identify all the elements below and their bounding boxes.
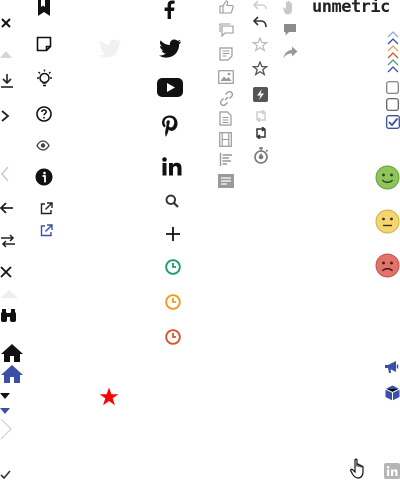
facebook-icon[interactable] — [163, 0, 175, 19]
retweet-icon[interactable] — [253, 127, 269, 139]
caret-down-icon[interactable] — [0, 393, 10, 399]
linkedin-icon[interactable] — [384, 463, 400, 479]
checkbox-checked-icon[interactable] — [386, 115, 400, 129]
smiley-happy-icon[interactable] — [375, 165, 400, 190]
file-icon[interactable] — [219, 111, 232, 126]
link-icon[interactable] — [219, 91, 234, 106]
binoculars-icon[interactable] — [0, 308, 17, 323]
download-icon[interactable] — [0, 73, 14, 89]
red-star-icon — [99, 387, 119, 407]
info-icon[interactable] — [35, 168, 53, 186]
bookmark-icon[interactable] — [37, 0, 51, 17]
external-link-icon[interactable] — [40, 224, 53, 237]
star-outline-icon[interactable] — [252, 61, 268, 76]
help-circle-icon[interactable] — [36, 106, 52, 122]
hand-pointer-icon — [349, 457, 369, 479]
share-icon[interactable] — [283, 46, 298, 59]
smiley-neutral-icon[interactable] — [375, 209, 400, 234]
chevron-left-icon[interactable] — [0, 166, 10, 182]
plus-icon[interactable] — [165, 226, 181, 242]
home-icon[interactable] — [0, 343, 24, 363]
retweet-icon[interactable] — [253, 110, 269, 122]
smiley-sad-icon[interactable] — [375, 253, 400, 278]
youtube-icon[interactable] — [157, 78, 183, 97]
chevron-right-icon[interactable] — [0, 110, 10, 122]
comment-icon[interactable] — [283, 23, 297, 37]
megaphone-icon[interactable] — [384, 360, 400, 374]
cube-icon[interactable] — [385, 385, 400, 401]
twitter-icon[interactable] — [158, 39, 182, 59]
film-icon[interactable] — [219, 132, 232, 147]
comment-icon[interactable] — [219, 23, 234, 37]
thumbs-up-icon[interactable] — [219, 0, 234, 14]
chevrons-up-icon[interactable] — [386, 28, 400, 78]
twitter-icon[interactable] — [98, 39, 122, 59]
hand-icon[interactable] — [283, 0, 296, 15]
search-icon[interactable] — [165, 194, 179, 208]
align-left-icon[interactable] — [219, 152, 234, 167]
close-icon[interactable] — [0, 266, 12, 278]
home-icon[interactable] — [0, 364, 24, 384]
arrow-left-icon[interactable] — [0, 202, 14, 214]
image-icon[interactable] — [218, 70, 234, 84]
brand-wordmark: unmetric — [312, 0, 390, 17]
bolt-icon[interactable] — [253, 87, 268, 102]
triangle-up-icon — [0, 289, 18, 298]
lightbulb-icon[interactable] — [35, 69, 54, 88]
pinterest-icon[interactable] — [161, 115, 179, 137]
checkbox-icon[interactable] — [386, 98, 399, 111]
checkbox-icon[interactable] — [386, 81, 399, 94]
sticky-note-icon[interactable] — [36, 36, 52, 52]
linkedin-icon[interactable] — [162, 157, 182, 176]
document-icon[interactable] — [219, 47, 233, 61]
chevron-right-icon[interactable] — [0, 418, 12, 440]
clock-icon — [165, 294, 181, 310]
stopwatch-icon[interactable] — [253, 147, 269, 164]
caret-down-icon[interactable] — [0, 408, 10, 414]
text-block-icon[interactable] — [218, 174, 234, 188]
swap-arrows-icon[interactable] — [0, 234, 16, 248]
external-link-icon[interactable] — [40, 202, 53, 215]
clock-icon — [165, 259, 181, 275]
star-outline-icon[interactable] — [252, 37, 268, 52]
check-icon — [0, 470, 11, 479]
eye-icon[interactable] — [36, 140, 50, 151]
triangle-up-icon — [0, 50, 12, 58]
close-icon[interactable] — [0, 17, 12, 29]
clock-icon — [165, 329, 181, 345]
reply-icon[interactable] — [253, 0, 267, 10]
reply-icon[interactable] — [253, 15, 267, 29]
